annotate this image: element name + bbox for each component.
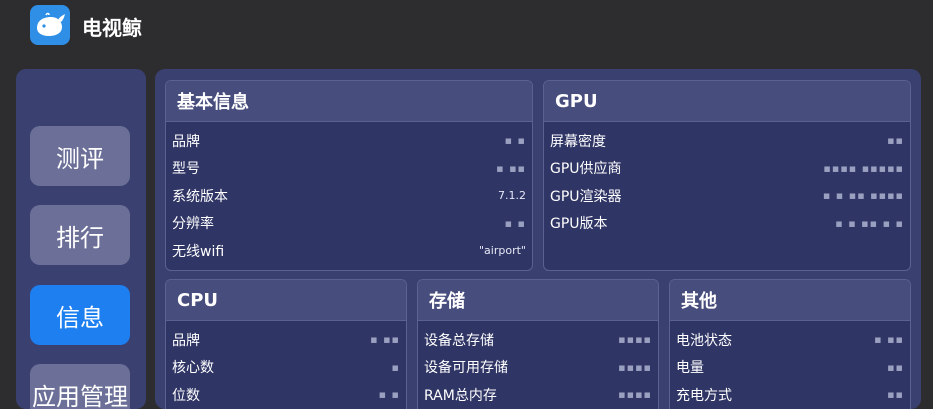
info-row: RAM总内存 ▪▪▪▪ [418, 381, 658, 409]
row-label: 分辨率 [172, 216, 214, 233]
row-value: ▪ ▪ [378, 388, 400, 402]
row-label: RAM总内存 [424, 387, 497, 404]
row-label: 型号 [172, 161, 200, 178]
info-row: 品牌 ▪ ▪▪ [166, 326, 406, 354]
row-label: GPU版本 [550, 216, 608, 233]
info-row: 无线wifi "airport" [166, 237, 532, 265]
sidebar: 测评 排行 信息 应用管理 [16, 69, 146, 409]
row-value: ▪▪ [887, 388, 904, 402]
info-row: 系统版本 7.1.2 [166, 182, 532, 210]
row-label: GPU渲染器 [550, 188, 622, 205]
row-label: 核心数 [172, 360, 214, 377]
card-title: 基本信息 [166, 81, 532, 122]
info-row: 分辨率 ▪ ▪ [166, 210, 532, 238]
info-row: 型号 ▪ ▪▪ [166, 155, 532, 183]
row-value: 7.1.2 [498, 189, 526, 203]
row-value: ▪ ▪▪ [370, 333, 400, 347]
card-title: 其他 [670, 280, 910, 321]
info-row: 电池状态 ▪ ▪▪ [670, 326, 910, 354]
row-label: 充电方式 [676, 387, 732, 404]
sidebar-item-app-management[interactable]: 应用管理 [30, 364, 130, 409]
row-label: 品牌 [172, 133, 200, 150]
row-value: ▪▪ [887, 134, 904, 148]
row-value: ▪ [391, 360, 400, 374]
row-value: "airport" [479, 244, 526, 258]
row-label: 电量 [676, 360, 704, 377]
info-row: 设备可用存储 ▪▪▪▪ [418, 354, 658, 382]
info-row: 屏幕密度 ▪▪ [544, 127, 910, 155]
row-value: ▪▪▪▪ ▪▪▪▪▪ [823, 161, 904, 175]
row-value: ▪ ▪ [504, 216, 526, 230]
card-title: CPU [166, 280, 406, 321]
cpu-card: CPU 品牌 ▪ ▪▪ 核心数 ▪ 位数 ▪ ▪ [165, 279, 407, 409]
row-label: GPU供应商 [550, 161, 622, 178]
row-label: 位数 [172, 387, 200, 404]
info-row: 位数 ▪ ▪ [166, 381, 406, 409]
row-value: ▪ ▪▪ [496, 161, 526, 175]
info-row: 充电方式 ▪▪ [670, 381, 910, 409]
app-title: 电视鲸 [82, 16, 142, 40]
gpu-card: GPU 屏幕密度 ▪▪ GPU供应商 ▪▪▪▪ ▪▪▪▪▪ GPU渲染器 ▪ ▪ ▪▪… [543, 80, 911, 271]
sidebar-item-info[interactable]: 信息 [30, 285, 130, 345]
basic-info-card: 基本信息 品牌 ▪ ▪ 型号 ▪ ▪▪ 系统版本 7.1.2 分辨率 ▪ ▪ 无线wif… [165, 80, 533, 271]
row-label: 系统版本 [172, 188, 228, 205]
row-label: 屏幕密度 [550, 133, 606, 150]
info-row: 电量 ▪▪ [670, 354, 910, 382]
row-value: ▪ ▪ [504, 134, 526, 148]
card-title: GPU [544, 81, 910, 122]
info-row: 品牌 ▪ ▪ [166, 127, 532, 155]
row-label: 设备总存储 [424, 332, 494, 349]
row-value: ▪ ▪ ▪▪ ▪ ▪ [835, 216, 904, 230]
whale-icon [30, 5, 70, 45]
row-value: ▪▪▪▪ [618, 360, 652, 374]
info-row: 核心数 ▪ [166, 354, 406, 382]
row-value: ▪▪ [887, 360, 904, 374]
row-label: 电池状态 [676, 332, 732, 349]
info-row: GPU渲染器 ▪ ▪ ▪▪ ▪▪▪▪ [544, 182, 910, 210]
info-row: GPU版本 ▪ ▪ ▪▪ ▪ ▪ [544, 210, 910, 238]
sidebar-item-review[interactable]: 测评 [30, 126, 130, 186]
info-row: GPU供应商 ▪▪▪▪ ▪▪▪▪▪ [544, 155, 910, 183]
sidebar-item-ranking[interactable]: 排行 [30, 205, 130, 265]
row-value: ▪ ▪ ▪▪ ▪▪▪▪ [822, 189, 904, 203]
info-row: 设备总存储 ▪▪▪▪ [418, 326, 658, 354]
storage-card: 存储 设备总存储 ▪▪▪▪ 设备可用存储 ▪▪▪▪ RAM总内存 ▪▪▪▪ [417, 279, 659, 409]
other-card: 其他 电池状态 ▪ ▪▪ 电量 ▪▪ 充电方式 ▪▪ [669, 279, 911, 409]
row-label: 设备可用存储 [424, 360, 508, 377]
row-value: ▪▪▪▪ [618, 333, 652, 347]
row-value: ▪ ▪▪ [874, 333, 904, 347]
row-label: 品牌 [172, 332, 200, 349]
info-panel: 基本信息 品牌 ▪ ▪ 型号 ▪ ▪▪ 系统版本 7.1.2 分辨率 ▪ ▪ 无线wif… [155, 69, 921, 409]
row-value: ▪▪▪▪ [618, 388, 652, 402]
card-title: 存储 [418, 280, 658, 321]
row-label: 无线wifi [172, 243, 225, 260]
